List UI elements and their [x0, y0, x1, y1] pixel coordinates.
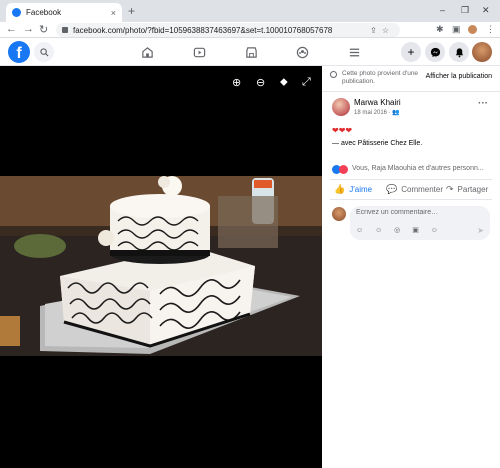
facebook-header: f + [0, 38, 500, 66]
comment-field-container: ☺ ☺ ◎ ▣ ☺ ➤ [350, 206, 490, 240]
cake-photo-image [0, 176, 322, 356]
search-button[interactable] [34, 42, 54, 62]
messenger-button[interactable] [425, 42, 445, 62]
forward-button[interactable]: → [23, 23, 34, 35]
browser-tab-facebook[interactable]: Facebook × [6, 3, 122, 22]
profile-avatar-icon[interactable] [468, 25, 477, 34]
author-avatar[interactable] [332, 98, 350, 116]
fullscreen-icon[interactable]: ⤢ [302, 76, 311, 89]
share-and-bookmark-icons[interactable]: ⇪☆ [370, 26, 394, 35]
extensions-icon[interactable]: ✱ [436, 24, 444, 35]
bell-icon [455, 47, 463, 57]
close-window-button[interactable]: ✕ [482, 5, 490, 16]
author-name[interactable]: Marwa Khairi [354, 98, 401, 107]
maximize-window-button[interactable]: ❐ [461, 5, 469, 16]
comment-button[interactable]: 💬 Commenter [386, 184, 443, 195]
marketplace-icon[interactable] [243, 44, 259, 60]
thumbs-up-icon: 👍 [334, 184, 346, 194]
comment-attachment-icons[interactable]: ☺ ☺ ◎ ▣ ☺ [356, 226, 443, 234]
like-label: J'aime [349, 185, 373, 194]
share-label: Partager [457, 185, 489, 194]
like-button[interactable]: 👍 J'aime [334, 184, 372, 195]
more-options-button[interactable]: ··· [478, 98, 488, 109]
post-actions: 👍 J'aime 💬 Commenter ↷ Partager [330, 180, 492, 200]
close-tab-icon[interactable]: × [111, 8, 116, 18]
post-header: Marwa Khairi 18 mai 2016 · 👥 ··· [322, 92, 500, 126]
watch-icon[interactable] [191, 44, 207, 60]
address-bar-url: facebook.com/photo/?fbid=105963883746369… [73, 25, 333, 35]
search-icon [39, 47, 49, 57]
groups-icon[interactable] [294, 44, 310, 60]
post-hearts: ❤❤❤ [332, 126, 353, 135]
post-with-text: — avec Pâtisserie Chez Elle. [332, 140, 423, 147]
create-button[interactable]: + [401, 42, 421, 62]
post-date[interactable]: 18 mai 2016 · 👥 [354, 109, 400, 116]
lock-icon [62, 27, 68, 33]
reactions-text: Vous, Raja Mlaouhia et d'autres personn.… [352, 165, 484, 172]
account-avatar[interactable] [472, 42, 492, 62]
browser-toolbar: ← → ↻ facebook.com/photo/?fbid=105963883… [0, 22, 500, 38]
reactions-summary[interactable]: Vous, Raja Mlaouhia et d'autres personn.… [330, 164, 492, 180]
minimize-window-button[interactable]: – [440, 5, 445, 15]
address-bar[interactable]: facebook.com/photo/?fbid=105963883746369… [56, 23, 400, 37]
reload-button[interactable]: ↻ [39, 23, 48, 36]
love-reaction-icon [339, 165, 348, 174]
show-post-link[interactable]: Afficher la publication [426, 73, 492, 80]
facebook-favicon-icon [12, 8, 21, 17]
side-panel-icon[interactable]: ▣ [452, 24, 461, 35]
tab-title: Facebook [26, 8, 62, 17]
photo-viewer: ⊕ ⊖ ⬥ ⤢ [0, 66, 322, 468]
photo-source-notice: Cette photo provient d'une publication. … [322, 66, 500, 92]
zoom-out-icon[interactable]: ⊖ [256, 76, 265, 89]
post-side-panel: Cette photo provient d'une publication. … [322, 66, 500, 468]
back-button[interactable]: ← [6, 23, 17, 35]
menu-icon[interactable] [346, 44, 362, 60]
zoom-in-icon[interactable]: ⊕ [232, 76, 241, 89]
browser-tab-strip: Facebook × + – ❐ ✕ [0, 0, 500, 22]
send-icon[interactable]: ➤ [477, 226, 484, 235]
tag-icon[interactable]: ⬥ [280, 76, 288, 89]
home-icon[interactable] [139, 44, 155, 60]
info-icon [330, 71, 337, 78]
comment-icon: 💬 [386, 184, 398, 194]
notifications-button[interactable] [449, 42, 469, 62]
comment-input[interactable] [356, 209, 476, 216]
share-button[interactable]: ↷ Partager [446, 184, 488, 195]
facebook-logo[interactable]: f [8, 41, 30, 63]
share-icon: ↷ [446, 184, 454, 194]
messenger-icon [430, 47, 440, 57]
comment-label: Commenter [401, 185, 444, 194]
browser-menu-icon[interactable]: ⋮ [486, 24, 495, 35]
comment-composer: ☺ ☺ ◎ ▣ ☺ ➤ [322, 204, 500, 244]
notice-text: Cette photo provient d'une publication. [342, 70, 419, 85]
commenter-avatar [332, 207, 346, 221]
cake-photo [0, 176, 322, 356]
new-tab-button[interactable]: + [128, 4, 135, 18]
